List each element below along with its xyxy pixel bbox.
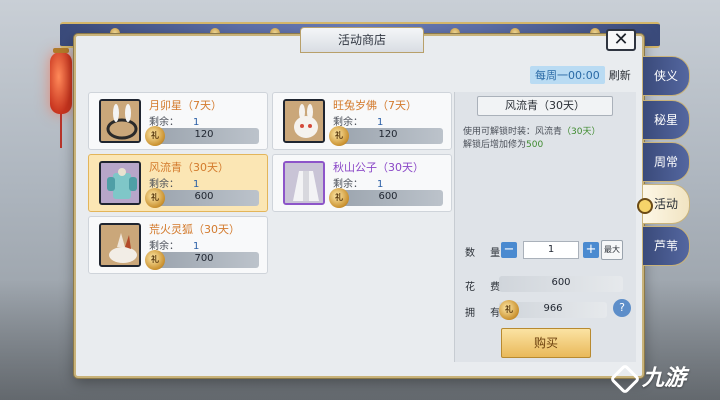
tab-xiayi[interactable]: 侠义 (642, 56, 690, 96)
help-icon[interactable]: ? (613, 299, 631, 317)
coin-icon: 礼 (499, 300, 519, 320)
refresh-day: 每周一00:00 (530, 66, 605, 84)
refresh-info: 每周一00:00 刷新 (530, 66, 631, 84)
item-price: 礼 700 (145, 250, 259, 270)
item-name: 荒火灵狐（30天） (149, 223, 240, 236)
cost-value: 600 (499, 276, 623, 292)
close-icon: ✕ (613, 29, 629, 50)
owned-value: 礼 966 (499, 300, 607, 320)
quantity-label: 数 量 (465, 248, 507, 259)
tab-luwei[interactable]: 芦苇 (642, 226, 690, 266)
detail-item-name: 风流青（30天） (477, 96, 613, 116)
item-name: 风流青（30天） (149, 161, 229, 174)
item-name: 秋山公子（30天） (333, 161, 424, 174)
rabbit-mask-icon (285, 101, 323, 141)
item-name: 月卯星（7天） (149, 99, 222, 112)
item-price: 礼 600 (329, 188, 443, 208)
lantern-decoration (50, 48, 72, 148)
nine-game-logo-icon (609, 363, 641, 395)
shop-item-card[interactable]: 月卯星（7天） 剩余： 1 礼 120 (88, 92, 268, 150)
quantity-increase-button[interactable]: + (583, 242, 599, 258)
fox-mount-icon (101, 225, 139, 265)
shop-item-card[interactable]: 秋山公子（30天） 剩余： 1 礼 600 (272, 154, 452, 212)
item-detail-panel: 风流青（30天） 使用可解锁时装：风流青（30天） 解锁后增加修为500 数 量… (454, 92, 636, 362)
shop-item-card[interactable]: 旺兔岁佛（7天） 剩余： 1 礼 120 (272, 92, 452, 150)
tab-mixing[interactable]: 秘星 (642, 100, 690, 140)
item-thumbnail (99, 99, 141, 143)
buy-button[interactable]: 购买 (501, 328, 591, 358)
refresh-label: 刷新 (608, 69, 631, 82)
item-thumbnail (283, 99, 325, 143)
item-price: 礼 120 (329, 126, 443, 146)
tab-activity[interactable]: 活动 (637, 184, 690, 224)
quantity-decrease-button[interactable]: − (501, 242, 517, 258)
item-price: 礼 120 (145, 126, 259, 146)
watermark-logo: 九游 (609, 360, 686, 395)
item-name: 旺兔岁佛（7天） (333, 99, 417, 112)
tab-weekly[interactable]: 周常 (642, 142, 690, 182)
item-price: 礼 600 (145, 188, 259, 208)
rabbit-headband-icon (101, 101, 139, 141)
dialog-title: 活动商店 (300, 27, 424, 53)
armor-outfit-icon (101, 163, 139, 203)
item-thumbnail (99, 223, 141, 267)
max-quantity-button[interactable]: 最大 (601, 240, 623, 260)
detail-description: 使用可解锁时装：风流青（30天） 解锁后增加修为500 (463, 127, 601, 150)
item-thumbnail (283, 161, 325, 205)
close-button[interactable]: ✕ (606, 29, 636, 51)
item-thumbnail (99, 161, 141, 205)
quantity-input[interactable]: 1 (523, 241, 579, 259)
shop-item-card-selected[interactable]: 风流青（30天） 剩余： 1 礼 600 (88, 154, 268, 212)
white-robe-icon (285, 163, 323, 203)
shop-item-card[interactable]: 荒火灵狐（30天） 剩余： 1 礼 700 (88, 216, 268, 274)
